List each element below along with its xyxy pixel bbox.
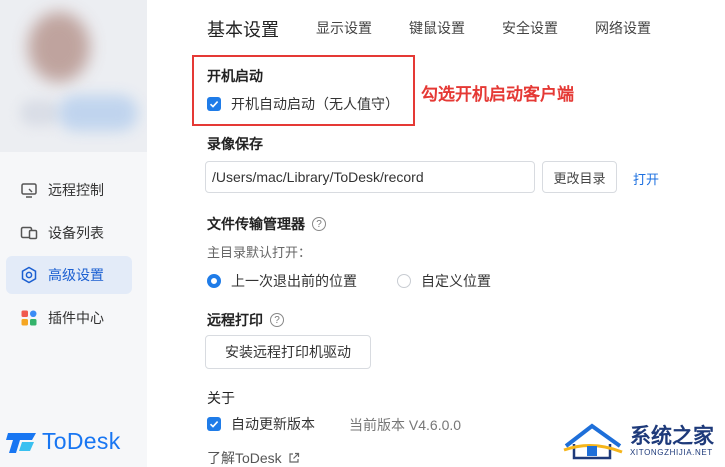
sidebar-item-label: 设备列表 xyxy=(48,225,104,241)
devices-icon xyxy=(20,226,38,240)
startup-section-title: 开机启动 xyxy=(207,68,263,84)
current-version: 当前版本 V4.6.0.0 xyxy=(349,417,462,433)
auto-update-label: 自动更新版本 xyxy=(231,416,315,432)
record-path-field[interactable]: /Users/mac/Library/ToDesk/record xyxy=(205,161,535,193)
auto-update-option[interactable]: 自动更新版本 xyxy=(207,414,315,434)
watermark-text: 系统之家 xyxy=(630,425,714,448)
radio-label: 上一次退出前的位置 xyxy=(231,273,357,289)
learn-todesk-text: 了解ToDesk xyxy=(207,450,282,466)
house-logo-icon xyxy=(563,423,623,460)
check-icon xyxy=(209,101,219,108)
learn-todesk-link[interactable]: 了解ToDesk xyxy=(207,448,300,467)
monitor-icon xyxy=(21,183,37,198)
default-directory-label: 主目录默认打开： xyxy=(207,245,312,260)
sidebar-item-label: 插件中心 xyxy=(48,310,104,326)
site-watermark: 系统之家 XITONGZHIJIA.NET xyxy=(562,418,720,464)
about-section-title: 关于 xyxy=(207,390,235,406)
tab-basic-settings[interactable]: 基本设置 xyxy=(207,16,279,42)
sidebar-item-remote-control[interactable]: 远程控制 xyxy=(6,171,132,209)
auto-start-option[interactable]: 开机自动启动（无人值守） xyxy=(207,94,399,114)
todesk-logo-icon xyxy=(6,432,36,453)
tab-security-settings[interactable]: 安全设置 xyxy=(502,18,558,38)
radio-button-unselected[interactable] xyxy=(397,274,411,288)
sidebar-item-device-list[interactable]: 设备列表 xyxy=(6,214,132,252)
tab-keyboard-mouse-settings[interactable]: 键鼠设置 xyxy=(409,18,465,38)
sidebar-item-plugin-center[interactable]: 插件中心 xyxy=(6,299,132,337)
radio-custom-location[interactable]: 自定义位置 xyxy=(397,271,491,291)
radio-label: 自定义位置 xyxy=(421,273,491,289)
auto-update-checkbox[interactable] xyxy=(207,417,221,431)
annotation-text: 勾选开机启动客户端 xyxy=(421,85,574,104)
tab-display-settings[interactable]: 显示设置 xyxy=(316,18,372,38)
help-icon[interactable]: ? xyxy=(270,313,284,327)
sidebar: 远程控制 设备列表 高级设置 插件中心 ToDesk xyxy=(0,0,147,467)
sidebar-item-label: 远程控制 xyxy=(48,182,104,198)
auto-start-label: 开机自动启动（无人值守） xyxy=(231,96,399,112)
sidebar-item-label: 高级设置 xyxy=(48,267,104,283)
check-icon xyxy=(209,421,219,428)
watermark-subtext: XITONGZHIJIA.NET xyxy=(630,448,713,457)
plugins-icon xyxy=(21,310,37,326)
open-folder-link[interactable]: 打开 xyxy=(633,169,659,188)
advanced-settings-icon xyxy=(21,266,37,284)
recording-section-title: 录像保存 xyxy=(207,136,263,152)
avatar[interactable] xyxy=(0,0,147,152)
remote-print-section-title: 远程打印 ? xyxy=(207,310,284,330)
file-transfer-title-text: 文件传输管理器 xyxy=(207,216,305,232)
install-printer-driver-button[interactable]: 安装远程打印机驱动 xyxy=(205,335,371,369)
tab-network-settings[interactable]: 网络设置 xyxy=(595,18,651,38)
remote-print-title-text: 远程打印 xyxy=(207,312,263,328)
radio-button-selected[interactable] xyxy=(207,274,221,288)
auto-start-checkbox[interactable] xyxy=(207,97,221,111)
todesk-logo: ToDesk xyxy=(6,428,121,455)
file-transfer-section-title: 文件传输管理器 ? xyxy=(207,214,326,234)
help-icon[interactable]: ? xyxy=(312,217,326,231)
change-directory-button[interactable]: 更改目录 xyxy=(542,161,617,193)
radio-last-location[interactable]: 上一次退出前的位置 xyxy=(207,271,357,291)
logo-text: ToDesk xyxy=(42,428,121,454)
sidebar-item-advanced-settings[interactable]: 高级设置 xyxy=(6,256,132,294)
external-link-icon xyxy=(289,452,299,463)
